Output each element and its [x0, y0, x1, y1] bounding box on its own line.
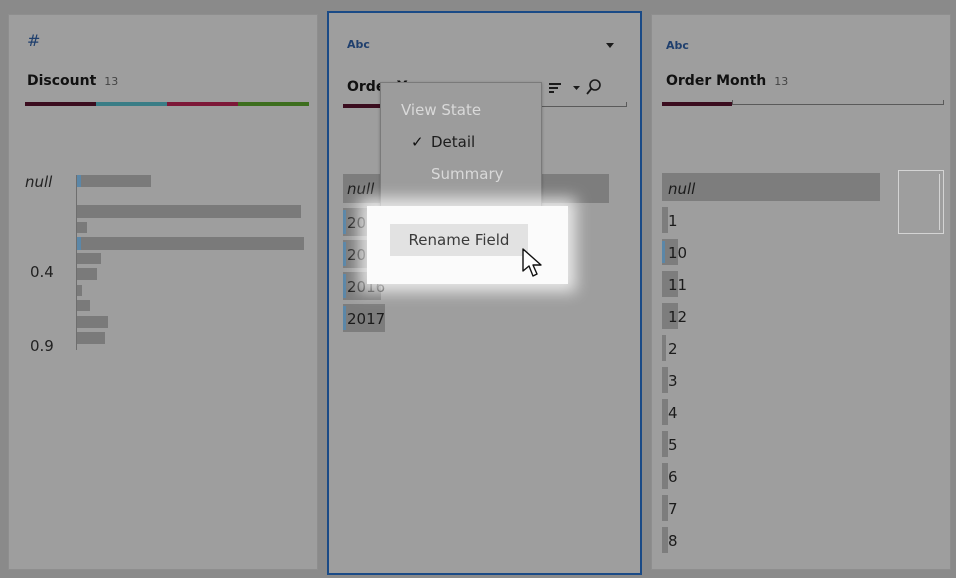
histogram-bar[interactable]: [77, 285, 82, 296]
list-item[interactable]: 3: [668, 372, 678, 390]
histogram-bar[interactable]: [77, 237, 304, 250]
list-item-highlight: [662, 241, 665, 263]
list-item[interactable]: 2017: [347, 310, 385, 328]
list-item[interactable]: 6: [668, 468, 678, 486]
list-item[interactable]: 8: [668, 532, 678, 550]
field-count: 13: [774, 75, 789, 88]
field-name: Order Month: [666, 73, 767, 89]
value-distribution-bar: [343, 104, 383, 108]
histogram-bar[interactable]: [77, 175, 151, 187]
mouse-pointer-icon: [522, 248, 542, 277]
field-title-order-month[interactable]: Order Month 13: [666, 73, 788, 89]
histogram-bar[interactable]: [77, 222, 87, 233]
chevron-down-icon[interactable]: [573, 86, 580, 91]
list-item[interactable]: 2: [668, 340, 678, 358]
dropdown-arrow-icon[interactable]: [606, 43, 614, 49]
list-item[interactable]: null: [347, 180, 374, 198]
histogram-highlight: [77, 237, 81, 250]
histogram-bar[interactable]: [77, 205, 301, 218]
range-indicator: [732, 100, 944, 105]
field-card-discount[interactable]: # Discount 13 null 0.4 0.9: [8, 14, 318, 570]
histogram-bar[interactable]: [77, 316, 108, 328]
checkmark-icon: ✓: [411, 133, 424, 151]
list-item[interactable]: 1: [668, 212, 678, 230]
scroll-overview[interactable]: [898, 170, 944, 234]
field-count: 13: [104, 75, 119, 88]
field-title-discount[interactable]: Discount 13: [27, 73, 118, 89]
field-card-order-month[interactable]: Abc Order Month 13 null 1 10 11 12 2 3 4 …: [651, 14, 951, 570]
field-name: Discount: [27, 73, 97, 89]
value-distribution-bar: [662, 102, 732, 106]
rename-field-menu-item[interactable]: Rename Field: [390, 224, 528, 256]
list-item[interactable]: 10: [668, 244, 687, 262]
histogram-bar[interactable]: [77, 253, 101, 264]
menu-item-summary[interactable]: Summary: [431, 165, 504, 183]
string-type-icon: Abc: [666, 39, 689, 52]
number-type-icon: #: [27, 31, 41, 50]
sort-icon[interactable]: [549, 82, 563, 94]
list-item[interactable]: null: [668, 180, 695, 198]
list-item-highlight: [343, 306, 346, 330]
histogram-bar[interactable]: [77, 268, 97, 280]
axis-tick-label: 0.4: [30, 263, 54, 281]
histogram-bar[interactable]: [77, 300, 90, 311]
histogram-bar[interactable]: [77, 332, 105, 344]
list-item[interactable]: 7: [668, 500, 678, 518]
list-item[interactable]: 12: [668, 308, 687, 326]
context-menu: View State ✓ Detail Summary: [380, 82, 542, 214]
menu-item-detail[interactable]: Detail: [431, 133, 475, 151]
list-item-highlight: [343, 210, 346, 234]
axis-tick-label: 0.9: [30, 337, 54, 355]
string-type-icon: Abc: [347, 38, 370, 51]
list-item[interactable]: 5: [668, 436, 678, 454]
menu-section-header: View State: [401, 101, 482, 119]
list-item-bar[interactable]: [662, 335, 666, 361]
search-icon[interactable]: [586, 78, 602, 96]
list-item-highlight: [343, 274, 346, 298]
list-item[interactable]: 4: [668, 404, 678, 422]
value-distribution-bar: [25, 102, 309, 106]
histogram-highlight: [77, 175, 81, 187]
list-item[interactable]: 11: [668, 276, 687, 294]
list-item-highlight: [343, 242, 346, 266]
null-label: null: [25, 173, 53, 191]
